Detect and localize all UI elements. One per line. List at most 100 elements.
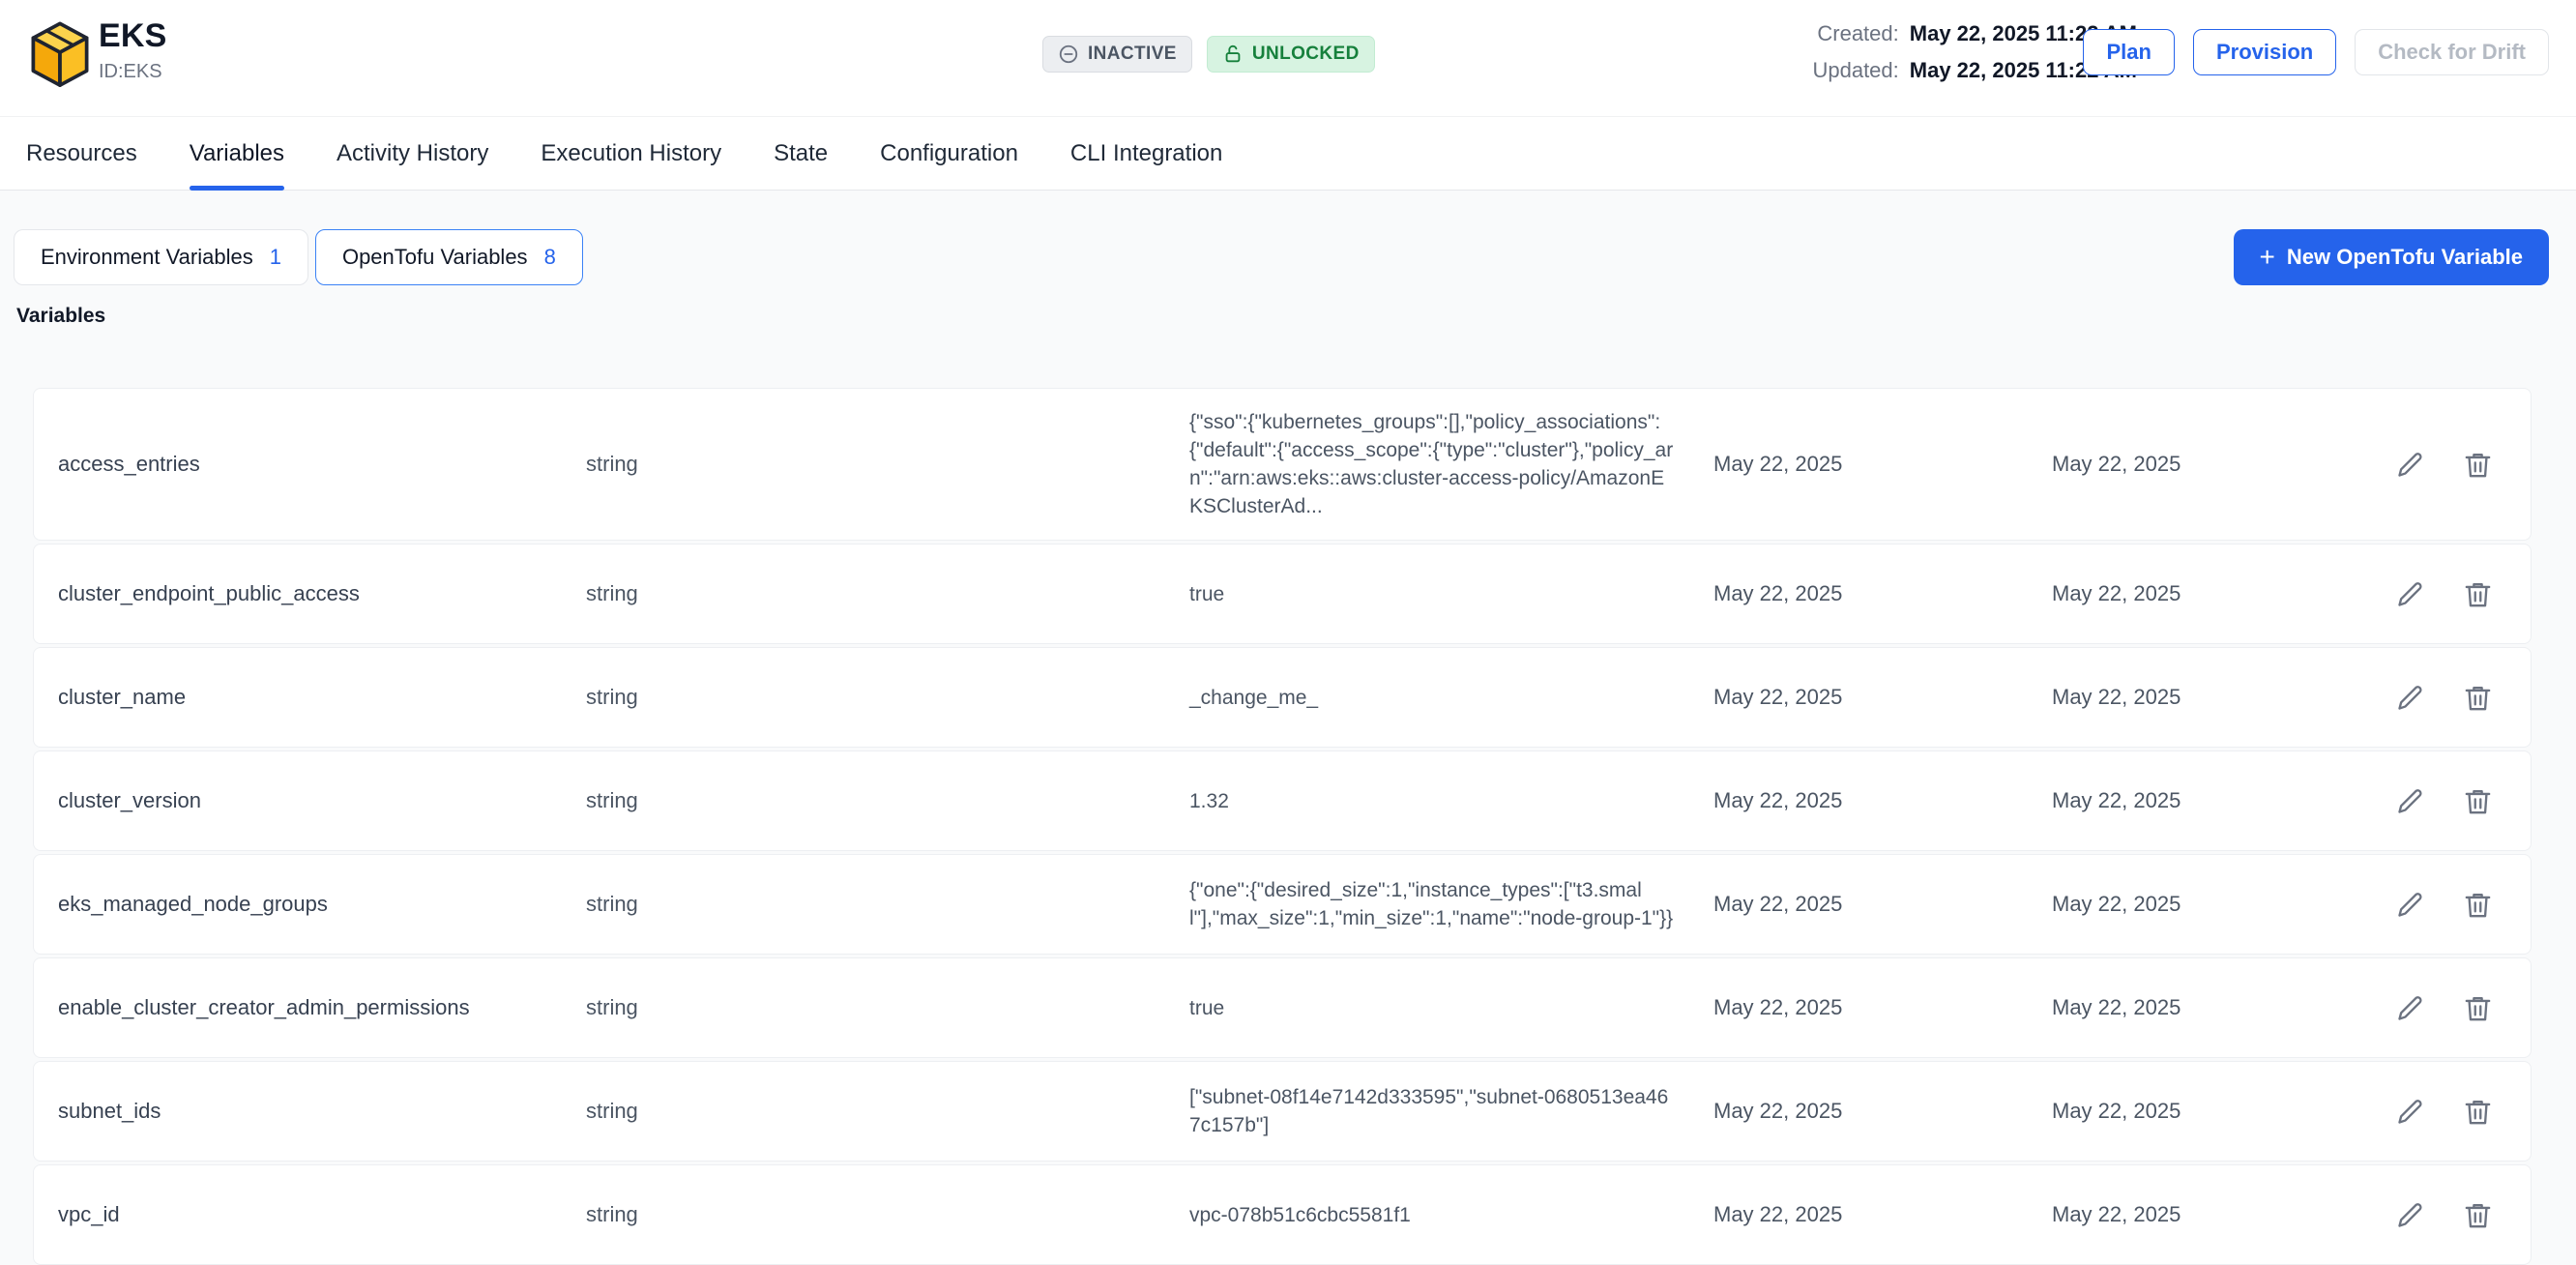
table-row-enable-cluster-creator-admin-permissions: enable_cluster_creator_admin_permissions… (33, 957, 2532, 1058)
row-actions (2342, 446, 2531, 483)
variable-key: enable_cluster_creator_admin_permissions (58, 995, 586, 1020)
delete-variable-button[interactable] (2459, 679, 2496, 716)
check-for-drift-button[interactable]: Check for Drift (2355, 29, 2549, 75)
delete-variable-button[interactable] (2459, 1093, 2496, 1130)
pencil-icon (2394, 578, 2426, 610)
filter-opentofu-variables[interactable]: OpenTofu Variables 8 (315, 229, 583, 285)
variable-created-at: May 22, 2025 (1713, 995, 2052, 1020)
pencil-icon (2394, 992, 2426, 1024)
plus-icon: + (2260, 244, 2275, 271)
trash-icon (2462, 992, 2494, 1024)
variable-key: cluster_endpoint_public_access (58, 581, 586, 606)
variable-type: string (586, 1099, 1189, 1124)
app-logo-icon (27, 17, 93, 95)
variable-key: access_entries (58, 452, 586, 477)
trash-icon (2462, 785, 2494, 817)
edit-variable-button[interactable] (2391, 679, 2428, 716)
variable-value: true (1189, 580, 1713, 608)
variable-value: 1.32 (1189, 787, 1713, 815)
created-label: Created: (1817, 21, 1898, 46)
edit-variable-button[interactable] (2391, 1196, 2428, 1233)
delete-variable-button[interactable] (2459, 575, 2496, 612)
variable-type: string (586, 581, 1189, 606)
table-row-cluster-name: cluster_name string _change_me_ May 22, … (33, 647, 2532, 748)
variable-updated-at: May 22, 2025 (2052, 1099, 2342, 1124)
tab-execution-history[interactable]: Execution History (541, 117, 721, 190)
delete-variable-button[interactable] (2459, 989, 2496, 1026)
delete-variable-button[interactable] (2459, 1196, 2496, 1233)
pencil-icon (2394, 449, 2426, 481)
table-row-cluster-version: cluster_version string 1.32 May 22, 2025… (33, 750, 2532, 851)
table-row-cluster-endpoint-public-access: cluster_endpoint_public_access string tr… (33, 544, 2532, 644)
variable-created-at: May 22, 2025 (1713, 1202, 2052, 1227)
updated-label: Updated: (1812, 58, 1898, 83)
provision-button[interactable]: Provision (2193, 29, 2336, 75)
edit-variable-button[interactable] (2391, 886, 2428, 923)
row-actions (2342, 886, 2531, 923)
delete-variable-button[interactable] (2459, 782, 2496, 819)
variable-created-at: May 22, 2025 (1713, 452, 2052, 477)
tab-configuration[interactable]: Configuration (880, 117, 1018, 190)
circle-minus-icon (1058, 44, 1079, 65)
tab-resources[interactable]: Resources (26, 117, 137, 190)
delete-variable-button[interactable] (2459, 886, 2496, 923)
row-actions (2342, 679, 2531, 716)
page-subtitle: ID:EKS (99, 61, 167, 83)
tab-activity-history[interactable]: Activity History (337, 117, 488, 190)
variable-type: string (586, 995, 1189, 1020)
app-header: EKS ID:EKS INACTIVE UNLOCKED Created: Ma… (0, 0, 2576, 117)
trash-icon (2462, 1096, 2494, 1128)
row-actions (2342, 782, 2531, 819)
variable-updated-at: May 22, 2025 (2052, 452, 2342, 477)
variable-key: eks_managed_node_groups (58, 892, 586, 917)
pencil-icon (2394, 1199, 2426, 1231)
variable-type: string (586, 892, 1189, 917)
variable-value: {"sso":{"kubernetes_groups":[],"policy_a… (1189, 408, 1713, 520)
variable-type: string (586, 685, 1189, 710)
filter-environment-variables[interactable]: Environment Variables 1 (14, 229, 308, 285)
title-block: EKS ID:EKS (99, 17, 167, 83)
edit-variable-button[interactable] (2391, 989, 2428, 1026)
variable-value: _change_me_ (1189, 684, 1713, 712)
trash-icon (2462, 1199, 2494, 1231)
variables-table: access_entries string {"sso":{"kubernete… (33, 355, 2532, 1265)
unlock-icon (1222, 44, 1244, 65)
variable-type: string (586, 452, 1189, 477)
tab-cli-integration[interactable]: CLI Integration (1070, 117, 1222, 190)
page-title: EKS (99, 17, 167, 55)
header-actions: Plan Provision Check for Drift (2083, 29, 2549, 75)
variable-key: cluster_name (58, 685, 586, 710)
variable-updated-at: May 22, 2025 (2052, 1202, 2342, 1227)
trash-icon (2462, 889, 2494, 921)
variable-updated-at: May 22, 2025 (2052, 581, 2342, 606)
edit-variable-button[interactable] (2391, 782, 2428, 819)
pencil-icon (2394, 785, 2426, 817)
edit-variable-button[interactable] (2391, 446, 2428, 483)
delete-variable-button[interactable] (2459, 446, 2496, 483)
variable-created-at: May 22, 2025 (1713, 1099, 2052, 1124)
count-badge: 8 (544, 245, 556, 270)
variable-updated-at: May 22, 2025 (2052, 995, 2342, 1020)
trash-icon (2462, 682, 2494, 714)
lock-badge: UNLOCKED (1207, 36, 1375, 73)
table-body: access_entries string {"sso":{"kubernete… (33, 388, 2532, 1265)
table-row-eks-managed-node-groups: eks_managed_node_groups string {"one":{"… (33, 854, 2532, 955)
variable-key: subnet_ids (58, 1099, 586, 1124)
variable-key: vpc_id (58, 1202, 586, 1227)
variable-updated-at: May 22, 2025 (2052, 685, 2342, 710)
variable-created-at: May 22, 2025 (1713, 581, 2052, 606)
row-actions (2342, 1196, 2531, 1233)
trash-icon (2462, 578, 2494, 610)
tab-state[interactable]: State (774, 117, 828, 190)
plan-button[interactable]: Plan (2083, 29, 2174, 75)
variable-value: true (1189, 994, 1713, 1022)
tab-bar: Resources Variables Activity History Execut… (0, 117, 2576, 191)
edit-variable-button[interactable] (2391, 575, 2428, 612)
pencil-icon (2394, 682, 2426, 714)
new-opentofu-variable-button[interactable]: + New OpenTofu Variable (2234, 229, 2549, 285)
variable-key: cluster_version (58, 788, 586, 813)
status-badges: INACTIVE UNLOCKED (1042, 36, 1375, 73)
tab-variables[interactable]: Variables (190, 117, 284, 190)
variable-value: vpc-078b51c6cbc5581f1 (1189, 1201, 1713, 1229)
edit-variable-button[interactable] (2391, 1093, 2428, 1130)
